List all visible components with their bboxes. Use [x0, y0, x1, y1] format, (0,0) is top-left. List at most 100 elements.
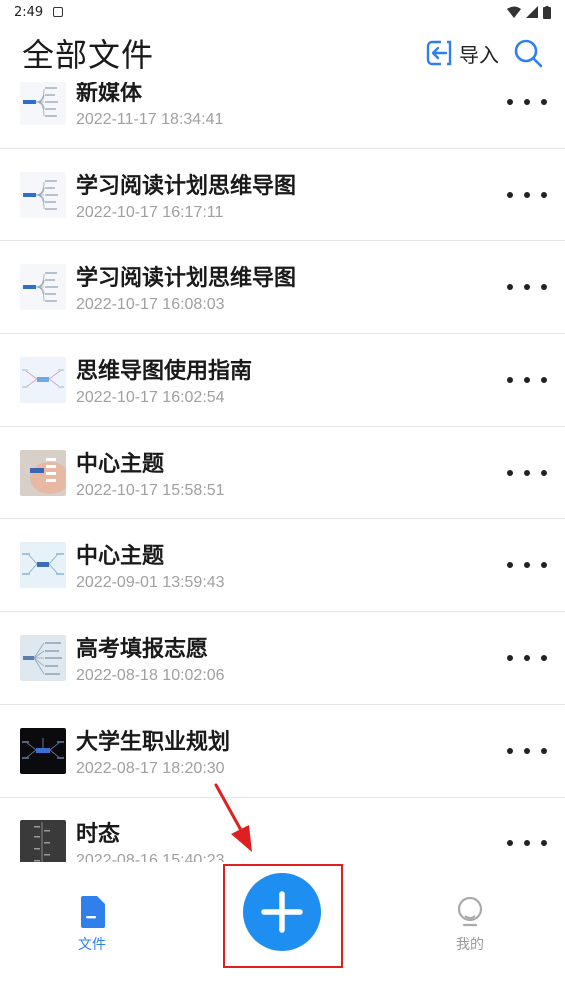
file-name: 时态 [76, 822, 121, 848]
lightbulb-icon [457, 896, 483, 927]
more-options-button[interactable] [507, 555, 547, 575]
file-name: 思维导图使用指南 [76, 358, 253, 384]
file-list-item[interactable]: 新媒体 2022-11-17 18:34:41 [0, 82, 565, 149]
status-time: 2:49 [14, 4, 44, 20]
file-info: 时态 2022-08-16 15:40:23 [76, 816, 507, 862]
file-info: 新媒体 2022-11-17 18:34:41 [76, 82, 507, 129]
file-list-item[interactable]: 大学生职业规划 2022-08-17 18:20:30 [0, 705, 565, 798]
dot-icon [541, 469, 547, 476]
more-options-button[interactable] [507, 463, 547, 483]
file-name: 中心主题 [76, 451, 165, 477]
file-thumbnail [20, 171, 66, 218]
file-list-item[interactable]: 思维导图使用指南 2022-10-17 16:02:54 [0, 334, 565, 427]
dot-icon [507, 562, 513, 569]
file-date: 2022-10-17 15:58:51 [76, 481, 225, 499]
file-list-item[interactable]: 高考填报志愿 2022-08-18 10:02:06 [0, 612, 565, 705]
file-list-item[interactable]: 中心主题 2022-09-01 13:59:43 [0, 519, 565, 613]
more-options-button[interactable] [507, 648, 547, 668]
more-options-button[interactable] [507, 370, 547, 390]
file-name: 学习阅读计划思维导图 [76, 173, 297, 199]
dot-icon [524, 747, 530, 754]
more-options-button[interactable] [507, 185, 547, 205]
file-date: 2022-10-17 16:17:11 [76, 203, 224, 221]
file-thumbnail [20, 264, 66, 311]
status-bar: 2:49 [0, 0, 565, 24]
file-date: 2022-08-18 10:02:06 [76, 666, 225, 684]
dot-icon [524, 654, 530, 661]
dot-icon [524, 562, 530, 569]
nav-mine-label: 我的 [456, 937, 484, 953]
more-options-button[interactable] [507, 833, 547, 853]
dot-icon [524, 840, 530, 847]
dot-icon [541, 376, 547, 383]
create-new-button[interactable] [243, 873, 321, 951]
file-info: 学习阅读计划思维导图 2022-10-17 16:08:03 [76, 260, 507, 314]
dot-icon [524, 469, 530, 476]
file-date: 2022-08-16 15:40:23 [76, 852, 225, 862]
dot-icon [507, 747, 513, 754]
dot-icon [507, 376, 513, 383]
status-icons [507, 5, 551, 19]
file-thumbnail [20, 356, 66, 403]
file-info: 思维导图使用指南 2022-10-17 16:02:54 [76, 353, 507, 407]
nav-tab-files[interactable]: 文件 [78, 896, 106, 954]
file-thumbnail [20, 542, 66, 589]
dot-icon [507, 840, 513, 847]
file-thumbnail [20, 727, 66, 774]
plus-icon [261, 891, 303, 933]
search-icon[interactable] [513, 38, 543, 68]
more-options-button[interactable] [507, 277, 547, 297]
file-icon [81, 896, 105, 928]
file-name: 大学生职业规划 [76, 729, 231, 755]
signal-icon [526, 6, 538, 18]
file-info: 高考填报志愿 2022-08-18 10:02:06 [76, 631, 507, 685]
wifi-icon [507, 6, 521, 18]
dot-icon [541, 191, 547, 198]
file-date: 2022-09-01 13:59:43 [76, 574, 225, 592]
dot-icon [507, 654, 513, 661]
import-icon [426, 39, 453, 67]
more-options-button[interactable] [507, 741, 547, 761]
file-name: 新媒体 [76, 82, 143, 106]
file-list-item[interactable]: 学习阅读计划思维导图 2022-10-17 16:08:03 [0, 241, 565, 335]
dot-icon [524, 98, 530, 105]
file-thumbnail [20, 820, 66, 862]
file-name: 高考填报志愿 [76, 636, 209, 662]
file-name: 中心主题 [76, 544, 165, 570]
file-info: 大学生职业规划 2022-08-17 18:20:30 [76, 724, 507, 778]
file-thumbnail [20, 634, 66, 681]
file-list-item[interactable]: 学习阅读计划思维导图 2022-10-17 16:17:11 [0, 149, 565, 242]
battery-icon [543, 5, 551, 19]
import-button[interactable]: 导入 [425, 39, 499, 68]
import-label: 导入 [459, 42, 499, 67]
file-date: 2022-11-17 18:34:41 [76, 110, 224, 128]
more-options-button[interactable] [507, 92, 547, 112]
file-name: 学习阅读计划思维导图 [76, 266, 297, 292]
dot-icon [541, 840, 547, 847]
dot-icon [524, 284, 530, 291]
dot-icon [541, 747, 547, 754]
dot-icon [524, 191, 530, 198]
file-info: 学习阅读计划思维导图 2022-10-17 16:17:11 [76, 168, 507, 222]
dot-icon [541, 98, 547, 105]
dot-icon [541, 284, 547, 291]
dot-icon [524, 376, 530, 383]
file-list-items: 新媒体 2022-11-17 18:34:41 学习阅读计划思维导图 2022-10-… [0, 82, 565, 862]
dot-icon [507, 98, 513, 105]
dot-icon [541, 562, 547, 569]
file-date: 2022-10-17 16:02:54 [76, 388, 225, 406]
file-date: 2022-10-17 16:08:03 [76, 296, 225, 314]
nav-tab-mine[interactable]: 我的 [455, 896, 485, 954]
dot-icon [541, 654, 547, 661]
dot-icon [507, 469, 513, 476]
file-list-item[interactable]: 时态 2022-08-16 15:40:23 [0, 798, 565, 862]
file-info: 中心主题 2022-10-17 15:58:51 [76, 446, 507, 500]
nav-files-label: 文件 [78, 937, 106, 953]
file-thumbnail [20, 82, 66, 125]
file-list-item[interactable]: 中心主题 2022-10-17 15:58:51 [0, 427, 565, 520]
dot-icon [507, 284, 513, 291]
notification-icon [53, 7, 64, 17]
file-list: 新媒体 2022-11-17 18:34:41 学习阅读计划思维导图 2022-10-… [0, 82, 565, 862]
file-info: 中心主题 2022-09-01 13:59:43 [76, 538, 507, 592]
dot-icon [507, 191, 513, 198]
